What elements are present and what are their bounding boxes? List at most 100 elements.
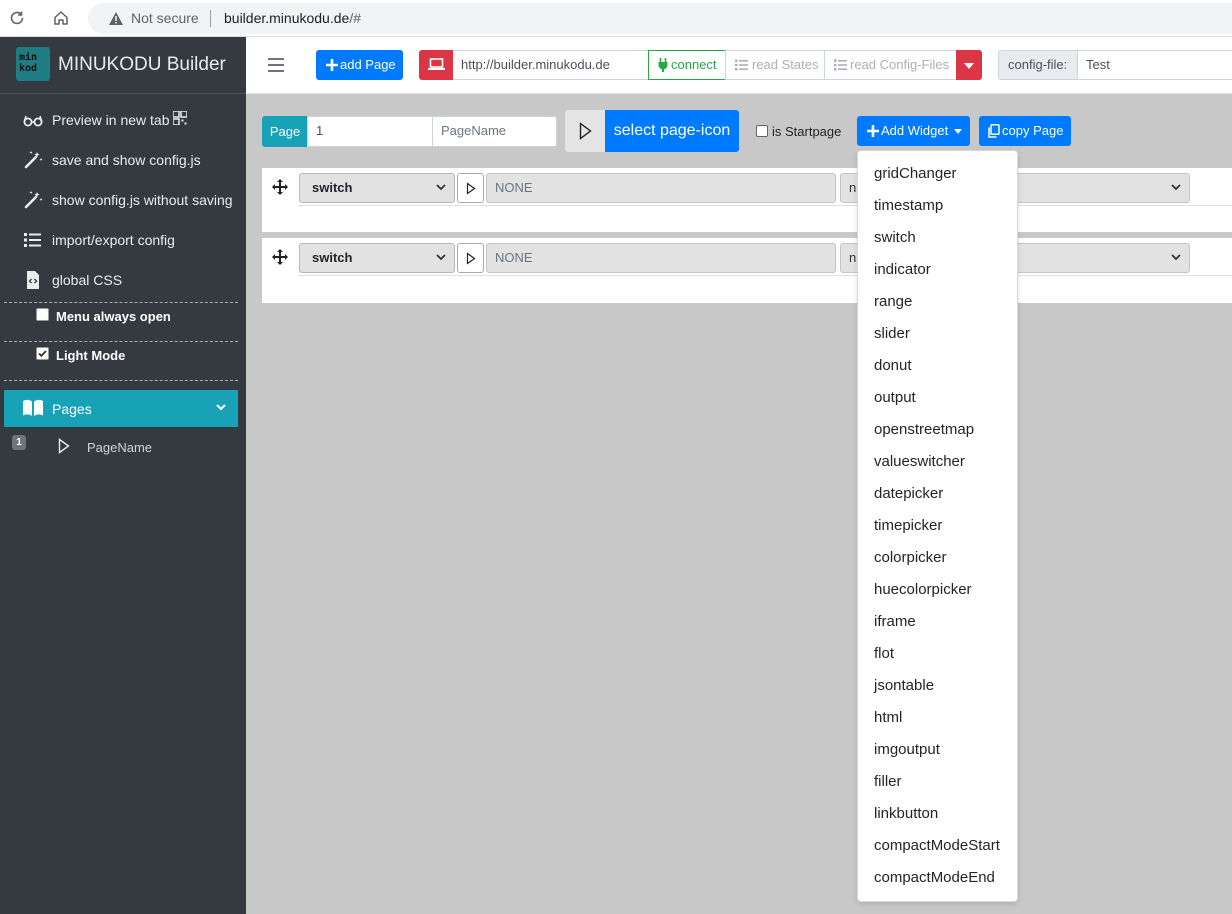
browser-toolbar: Not secure builder.minukodu.de/#	[0, 0, 1232, 37]
dropdown-item[interactable]: compactModeStart	[874, 837, 1000, 854]
plus-icon	[326, 59, 338, 71]
light-mode-label: Light Mode	[56, 348, 126, 363]
dropdown-item[interactable]: openstreetmap	[874, 421, 974, 438]
dropdown-item[interactable]: timepicker	[874, 517, 942, 534]
is-startpage-checkbox[interactable]	[756, 125, 768, 137]
connect-button[interactable]: connect	[648, 50, 726, 80]
url-text: builder.minukodu.de/#	[224, 10, 361, 26]
read-config-files-button[interactable]: read Config-Files	[824, 50, 957, 80]
light-mode-checkbox[interactable]	[36, 347, 49, 360]
dropdown-item[interactable]: indicator	[874, 261, 931, 278]
widget-icon-button[interactable]	[457, 173, 484, 203]
sidebar-item-global-css[interactable]: global CSS	[0, 260, 246, 300]
widget-extra-value: n	[849, 250, 857, 265]
server-laptop-button[interactable]	[419, 50, 453, 80]
brand[interactable]: min kod MINUKODU Builder	[0, 37, 246, 94]
move-icon[interactable]	[272, 179, 288, 195]
dropdown-item[interactable]: colorpicker	[874, 549, 947, 566]
dropdown-item[interactable]: flot	[874, 645, 894, 662]
dropdown-item[interactable]: filler	[874, 773, 902, 790]
menu-always-open-checkbox[interactable]	[36, 308, 49, 321]
dropdown-item[interactable]: slider	[874, 325, 910, 342]
dropdown-item[interactable]: gridChanger	[874, 165, 957, 182]
dropdown-item[interactable]: datepicker	[874, 485, 943, 502]
play-icon	[466, 182, 476, 195]
caret-down-icon	[964, 63, 974, 69]
page-number-input[interactable]: 1	[307, 116, 433, 147]
config-dropdown-toggle[interactable]	[956, 50, 982, 80]
dropdown-item[interactable]: donut	[874, 357, 912, 374]
hamburger-menu-icon[interactable]	[268, 58, 284, 72]
add-widget-dropdown: gridChanger timestamp switch indicator range…	[857, 150, 1018, 902]
dropdown-item[interactable]: range	[874, 293, 912, 310]
add-page-button[interactable]: add Page	[316, 50, 403, 80]
plug-icon	[658, 58, 668, 72]
read-states-button[interactable]: read States	[725, 50, 825, 80]
caret-down-icon	[954, 129, 962, 134]
widget-type-select[interactable]: switch	[299, 173, 455, 203]
move-icon[interactable]	[272, 249, 288, 265]
logo: min kod	[16, 47, 50, 81]
widget-state-field[interactable]: NONE	[486, 243, 836, 273]
widget-extra-value: n	[849, 180, 857, 195]
sidebar-item-save-config[interactable]: save and show config.js	[0, 140, 246, 180]
chevron-down-icon	[1171, 184, 1181, 191]
add-page-label: add Page	[340, 57, 396, 72]
sidebar-page-entry[interactable]: PageName	[87, 440, 152, 455]
config-file-input[interactable]: Test	[1077, 50, 1232, 80]
divider	[4, 341, 238, 342]
home-icon[interactable]	[52, 9, 70, 27]
dropdown-item[interactable]: html	[874, 709, 902, 726]
glasses-icon	[23, 115, 43, 127]
dropdown-item[interactable]: jsontable	[874, 677, 934, 694]
page-label: Page	[262, 116, 308, 147]
widget-type-select[interactable]: switch	[299, 243, 455, 273]
widget-icon-button[interactable]	[457, 243, 484, 273]
address-bar[interactable]: Not secure builder.minukodu.de/#	[88, 3, 1232, 34]
brand-title: MINUKODU Builder	[58, 54, 226, 75]
address-separator	[210, 10, 211, 27]
widget-type-value: switch	[312, 250, 353, 265]
page-name-input[interactable]: PageName	[432, 116, 557, 147]
dropdown-item[interactable]: valueswitcher	[874, 453, 965, 470]
dropdown-item[interactable]: iframe	[874, 613, 916, 630]
copy-icon	[988, 124, 1000, 138]
dropdown-item[interactable]: compactModeEnd	[874, 869, 995, 886]
list-icon	[834, 59, 847, 71]
not-secure-label: Not secure	[131, 10, 199, 26]
menu-always-open-label: Menu always open	[56, 309, 171, 324]
dropdown-item[interactable]: timestamp	[874, 197, 943, 214]
copy-page-button[interactable]: copy Page	[979, 116, 1071, 146]
server-url-input[interactable]: http://builder.minukodu.de	[453, 50, 649, 80]
page-number-badge: 1	[12, 435, 26, 450]
play-icon	[58, 438, 70, 454]
divider	[4, 380, 238, 381]
warning-icon	[109, 12, 123, 25]
dropdown-item[interactable]: imgoutput	[874, 741, 940, 758]
card-divider	[298, 275, 1232, 276]
widget-card: switch NONE n	[262, 168, 1232, 232]
widget-state-field[interactable]: NONE	[486, 173, 836, 203]
sidebar-item-import-export[interactable]: import/export config	[0, 220, 246, 260]
qrcode-icon[interactable]	[173, 111, 187, 125]
sidebar-item-pages[interactable]: Pages	[4, 390, 238, 427]
chevron-down-icon	[436, 184, 446, 191]
dropdown-item[interactable]: output	[874, 389, 916, 406]
sidebar-item-preview[interactable]: Preview in new tab	[0, 100, 246, 140]
sidebar-item-label: global CSS	[52, 272, 123, 288]
sidebar-item-label: save and show config.js	[52, 152, 201, 168]
connect-label: connect	[671, 57, 717, 72]
divider	[4, 302, 238, 303]
sidebar-item-show-config[interactable]: show config.js without saving	[0, 180, 246, 220]
dropdown-item[interactable]: linkbutton	[874, 805, 938, 822]
dropdown-item[interactable]: switch	[874, 229, 916, 246]
reload-icon[interactable]	[8, 9, 26, 27]
widget-type-value: switch	[312, 180, 353, 195]
sidebar-item-label: Preview in new tab	[52, 112, 170, 128]
add-widget-button[interactable]: Add Widget	[857, 116, 970, 146]
dropdown-item[interactable]: huecolorpicker	[874, 581, 972, 598]
read-states-label: read States	[752, 57, 819, 72]
read-config-files-label: read Config-Files	[850, 57, 949, 72]
select-page-icon-button[interactable]: select page-icon	[605, 110, 739, 152]
book-icon	[23, 399, 43, 416]
